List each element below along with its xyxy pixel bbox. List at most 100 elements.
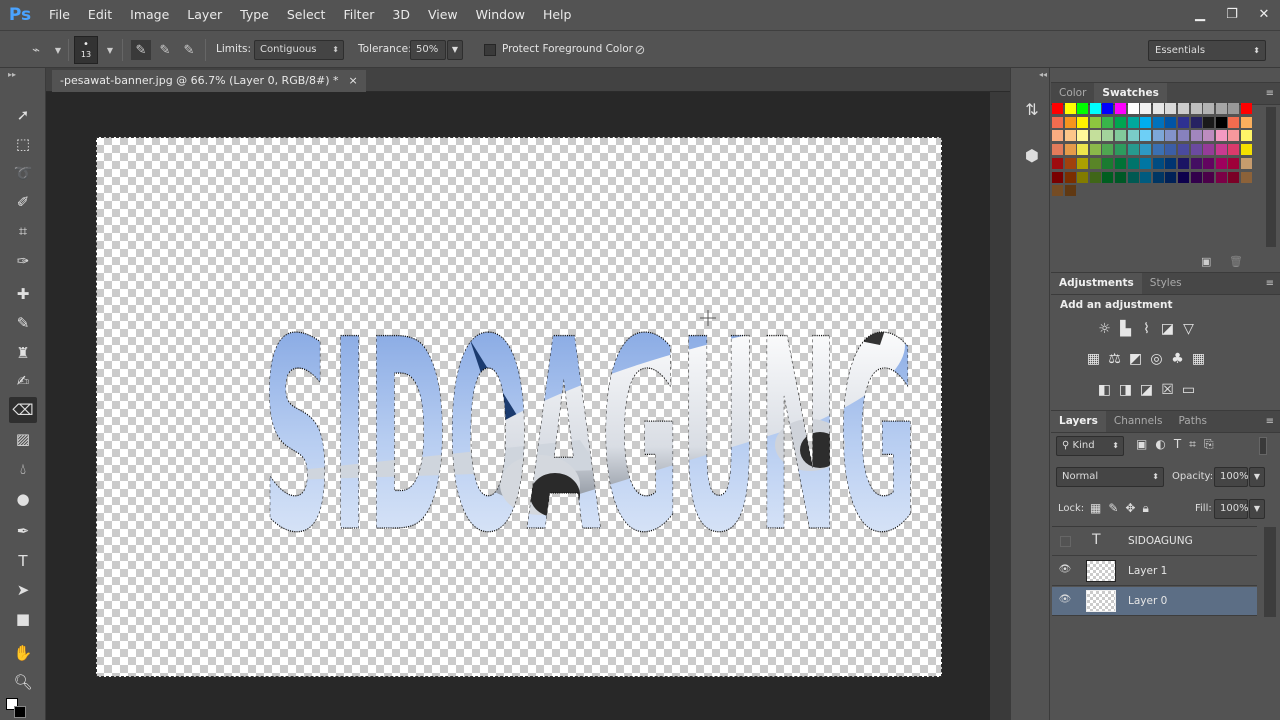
close-tab-icon[interactable]: ×: [348, 70, 357, 92]
filter-toggle[interactable]: [1259, 437, 1267, 455]
layers-scrollbar[interactable]: [1264, 527, 1276, 617]
color-swatch[interactable]: [1077, 144, 1089, 156]
curves-icon[interactable]: ⌇: [1139, 321, 1154, 337]
zoom-tool-icon[interactable]: 🔍︎: [9, 669, 37, 695]
sampling-background-swatch-icon[interactable]: ✎: [179, 40, 199, 60]
color-swatch[interactable]: [1127, 116, 1139, 128]
color-swatch[interactable]: [1140, 130, 1152, 142]
history-panel-icon[interactable]: ⇅: [1019, 96, 1045, 122]
color-swatch[interactable]: [1215, 130, 1227, 142]
color-swatch[interactable]: [1241, 103, 1252, 114]
color-swatch[interactable]: [1228, 116, 1240, 128]
panel-menu-icon[interactable]: ≡: [1266, 416, 1274, 427]
filter-shape-icon[interactable]: ⌗: [1189, 437, 1196, 452]
selective-color-icon[interactable]: ☒: [1160, 382, 1175, 398]
color-swatch[interactable]: [1052, 157, 1063, 169]
color-swatch[interactable]: [1165, 157, 1177, 169]
background-eraser-tool-preset-icon[interactable]: ⌁: [26, 40, 46, 60]
threshold-icon[interactable]: ◪: [1139, 382, 1154, 398]
color-swatch[interactable]: [1127, 157, 1139, 169]
brightness-contrast-icon[interactable]: ☼: [1097, 321, 1112, 337]
color-swatch[interactable]: [1052, 103, 1063, 114]
tab-color[interactable]: Color: [1051, 83, 1094, 104]
protect-foreground-checkbox[interactable]: [484, 44, 496, 56]
panel-menu-icon[interactable]: ≡: [1266, 278, 1274, 289]
color-swatch[interactable]: [1165, 116, 1177, 128]
vibrance-icon[interactable]: ▽: [1181, 321, 1196, 337]
channel-mixer-icon[interactable]: ♣: [1170, 351, 1185, 367]
menu-image[interactable]: Image: [121, 0, 178, 30]
menu-select[interactable]: Select: [278, 0, 335, 30]
color-swatch[interactable]: [1115, 103, 1126, 114]
opacity-dropdown-icon[interactable]: ▼: [1249, 467, 1265, 487]
color-swatch[interactable]: [1203, 116, 1215, 128]
gradient-tool-icon[interactable]: ▨: [9, 426, 37, 452]
color-swatch[interactable]: [1064, 116, 1076, 128]
filter-type-icon[interactable]: T: [1174, 437, 1181, 452]
color-swatch[interactable]: [1228, 130, 1240, 142]
color-swatch[interactable]: [1064, 130, 1076, 142]
color-swatch[interactable]: [1115, 130, 1126, 142]
color-swatch[interactable]: [1089, 130, 1101, 142]
color-swatch[interactable]: [1102, 144, 1114, 156]
color-swatch[interactable]: [1203, 103, 1215, 114]
lock-all-icon[interactable]: 🔒︎: [1142, 501, 1148, 516]
color-swatch[interactable]: [1077, 171, 1089, 183]
color-swatch[interactable]: [1190, 130, 1202, 142]
color-lookup-icon[interactable]: ▦: [1191, 351, 1206, 367]
color-swatch[interactable]: [1140, 103, 1152, 114]
limits-select[interactable]: Contiguous ⬍: [254, 40, 344, 60]
lock-transparent-pixels-icon[interactable]: ▦: [1090, 501, 1101, 516]
color-swatch[interactable]: [1215, 116, 1227, 128]
color-swatch[interactable]: [1089, 171, 1101, 183]
delete-swatch-icon[interactable]: 🗑︎: [1229, 255, 1243, 268]
color-swatch[interactable]: [1077, 103, 1089, 114]
color-swatch[interactable]: [1127, 144, 1139, 156]
move-tool-icon[interactable]: ➚: [9, 102, 37, 128]
color-swatch[interactable]: [1190, 144, 1202, 156]
color-swatch[interactable]: [1165, 171, 1177, 183]
color-swatch[interactable]: [1165, 130, 1177, 142]
pen-tool-icon[interactable]: ✒: [9, 518, 37, 544]
gradient-map-icon[interactable]: ▭: [1181, 382, 1196, 398]
tab-layers[interactable]: Layers: [1051, 411, 1106, 432]
color-swatch[interactable]: [1077, 130, 1089, 142]
history-brush-tool-icon[interactable]: ✍: [9, 368, 37, 394]
color-swatch[interactable]: [1089, 157, 1101, 169]
posterize-icon[interactable]: ◨: [1118, 382, 1133, 398]
color-swatch[interactable]: [1064, 157, 1076, 169]
levels-icon[interactable]: ▙: [1118, 321, 1133, 337]
color-swatch[interactable]: [1064, 171, 1076, 183]
tab-styles[interactable]: Styles: [1142, 273, 1190, 294]
color-swatch[interactable]: [1190, 116, 1202, 128]
color-swatch[interactable]: [1152, 171, 1164, 183]
collapse-dock-icon[interactable]: ◂◂: [1039, 70, 1047, 79]
color-swatch[interactable]: [1089, 103, 1101, 114]
color-swatch[interactable]: [1241, 130, 1252, 142]
color-swatch[interactable]: [1152, 103, 1164, 114]
color-swatch[interactable]: [1115, 144, 1126, 156]
layer-row-layer-0[interactable]: 👁︎ Layer 0: [1052, 587, 1257, 616]
color-swatch[interactable]: [1115, 171, 1126, 183]
menu-type[interactable]: Type: [231, 0, 278, 30]
marquee-tool-icon[interactable]: ⬚: [9, 131, 37, 157]
opacity-input[interactable]: 100%: [1214, 467, 1249, 487]
panel-menu-icon[interactable]: ≡: [1266, 88, 1274, 99]
healing-brush-tool-icon[interactable]: ✚: [9, 281, 37, 307]
blur-tool-icon[interactable]: 💧︎: [9, 456, 37, 482]
brush-preset-picker[interactable]: • 13: [74, 36, 98, 64]
filter-adjustment-icon[interactable]: ◐: [1155, 437, 1165, 452]
color-swatch[interactable]: [1052, 130, 1063, 142]
color-swatch[interactable]: [1052, 144, 1063, 156]
lock-position-icon[interactable]: ✥: [1125, 501, 1135, 516]
menu-3d[interactable]: 3D: [383, 0, 419, 30]
color-swatch[interactable]: [1102, 171, 1114, 183]
tolerance-input[interactable]: 50%: [410, 40, 446, 60]
filter-smart-object-icon[interactable]: ⎘: [1204, 437, 1214, 452]
color-swatch[interactable]: [1178, 144, 1189, 156]
color-swatch[interactable]: [1064, 103, 1076, 114]
color-swatch[interactable]: [1203, 130, 1215, 142]
color-swatch[interactable]: [1140, 157, 1152, 169]
menu-edit[interactable]: Edit: [79, 0, 121, 30]
color-swatch[interactable]: [1215, 103, 1227, 114]
